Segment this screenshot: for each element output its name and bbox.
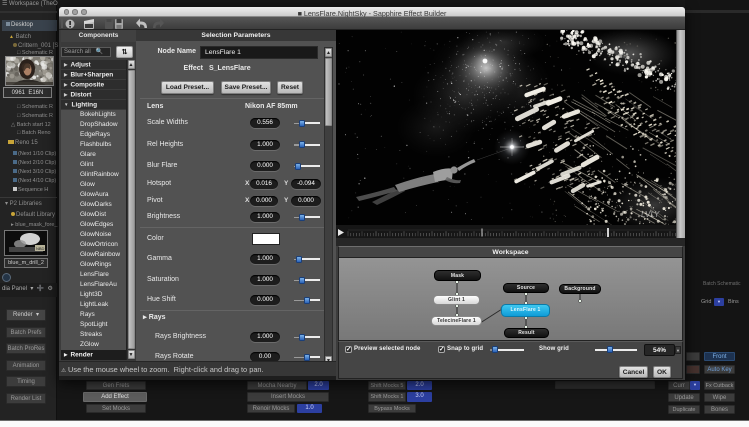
svg-text:LVLY: LVLY (641, 210, 660, 219)
svg-text:NBD: NBD (36, 246, 45, 251)
